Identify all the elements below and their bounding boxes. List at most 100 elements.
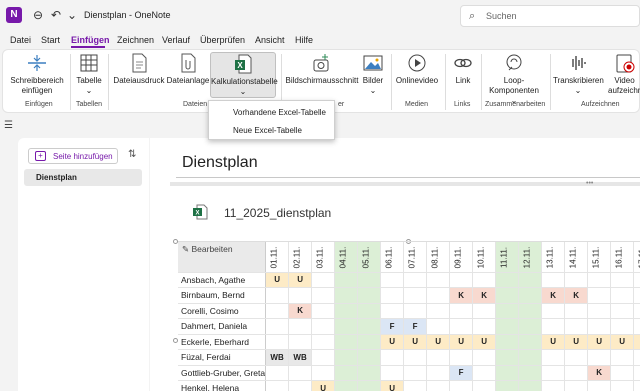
schedule-cell[interactable] [426, 272, 451, 288]
schedule-cell[interactable] [311, 318, 336, 335]
schedule-cell[interactable] [311, 287, 336, 304]
schedule-cell[interactable] [564, 349, 589, 366]
schedule-cell[interactable] [334, 334, 359, 350]
schedule-cell[interactable] [610, 318, 635, 335]
schedule-cell[interactable]: WB [265, 349, 290, 366]
schedule-cell[interactable]: U [610, 334, 635, 350]
employee-name-cell[interactable]: Ansbach, Agathe [178, 272, 267, 288]
schedule-cell[interactable] [495, 318, 520, 335]
schedule-cell[interactable] [564, 272, 589, 288]
schedule-cell[interactable]: U [472, 334, 497, 350]
schedule-cell[interactable] [403, 287, 428, 304]
schedule-cell[interactable]: U [288, 272, 313, 288]
schedule-cell[interactable] [541, 272, 566, 288]
schedule-cell[interactable] [357, 272, 382, 288]
dropdown-vorhandene-excel[interactable]: Vorhandene Excel-Tabelle [233, 108, 326, 117]
schedule-cell[interactable] [265, 334, 290, 350]
schedule-cell[interactable] [610, 272, 635, 288]
schedule-cell[interactable] [541, 365, 566, 381]
schedule-cell[interactable] [541, 318, 566, 335]
schedule-cell[interactable] [518, 287, 543, 304]
schedule-cell[interactable] [564, 303, 589, 319]
schedule-cell[interactable] [472, 365, 497, 381]
schedule-cell[interactable] [426, 365, 451, 381]
schedule-cell[interactable] [357, 380, 382, 391]
menu-ansicht[interactable]: Ansicht [255, 35, 285, 45]
schedule-cell[interactable] [288, 318, 313, 335]
menu-hilfe[interactable]: Hilfe [295, 35, 313, 45]
schedule-cell[interactable] [357, 287, 382, 304]
bilder-button[interactable]: Bilder ⌄ [359, 52, 387, 96]
schedule-cell[interactable] [587, 272, 612, 288]
schedule-cell[interactable]: F [380, 318, 405, 335]
schedule-cell[interactable]: F [403, 318, 428, 335]
schedule-cell[interactable] [334, 365, 359, 381]
schedule-cell[interactable]: K [449, 287, 474, 304]
schedule-cell[interactable] [633, 365, 640, 381]
schedule-cell[interactable] [334, 380, 359, 391]
schedule-cell[interactable]: U [564, 334, 589, 350]
schedule-cell[interactable] [633, 303, 640, 319]
schedule-cell[interactable] [426, 287, 451, 304]
schedule-cell[interactable] [426, 380, 451, 391]
quick-access-dropdown-icon[interactable]: ⌄ [64, 7, 80, 23]
schedule-cell[interactable]: U [587, 334, 612, 350]
schedule-cell[interactable] [564, 318, 589, 335]
hamburger-icon[interactable]: ☰ [4, 120, 13, 131]
schedule-cell[interactable] [610, 303, 635, 319]
schedule-cell[interactable] [633, 287, 640, 304]
schedule-cell[interactable] [380, 303, 405, 319]
schedule-cell[interactable] [495, 365, 520, 381]
edit-spreadsheet-button[interactable]: ✎ Bearbeiten [178, 242, 267, 273]
schedule-cell[interactable] [564, 365, 589, 381]
schedule-cell[interactable] [288, 334, 313, 350]
employee-name-cell[interactable]: Eckerle, Eberhard [178, 334, 267, 350]
schedule-cell[interactable] [541, 349, 566, 366]
schedule-cell[interactable]: U [311, 380, 336, 391]
schedule-cell[interactable] [380, 287, 405, 304]
schedule-cell[interactable]: K [288, 303, 313, 319]
employee-name-cell[interactable]: Birnbaum, Bernd [178, 287, 267, 304]
employee-name-cell[interactable]: Dahmert, Daniela [178, 318, 267, 335]
menu-ueberpruefen[interactable]: Überprüfen [200, 35, 245, 45]
schedule-cell[interactable] [495, 287, 520, 304]
schedule-cell[interactable] [518, 349, 543, 366]
schedule-cell[interactable] [288, 287, 313, 304]
back-icon[interactable]: ⊖ [30, 7, 46, 23]
embedded-spreadsheet[interactable]: ✎ Bearbeiten 01.11. 02.11. 03.11. 04.11. 05.… [178, 241, 640, 391]
menu-zeichnen[interactable]: Zeichnen [117, 35, 154, 45]
schedule-cell[interactable] [426, 318, 451, 335]
schedule-cell[interactable] [633, 318, 640, 335]
onlinevideo-button[interactable]: Onlinevideo [393, 52, 441, 86]
menu-start[interactable]: Start [41, 35, 60, 45]
schedule-cell[interactable] [518, 380, 543, 391]
dateianlage-button[interactable]: Dateianlage [166, 52, 210, 86]
schedule-cell[interactable] [265, 318, 290, 335]
schedule-cell[interactable] [357, 365, 382, 381]
schedule-cell[interactable] [449, 318, 474, 335]
add-page-button[interactable]: + Seite hinzufügen [28, 148, 118, 164]
schedule-cell[interactable] [495, 272, 520, 288]
menu-einfuegen[interactable]: Einfügen [71, 35, 110, 45]
schedule-cell[interactable]: U [380, 380, 405, 391]
schedule-cell[interactable] [380, 349, 405, 366]
schedule-cell[interactable] [541, 303, 566, 319]
schedule-cell[interactable] [288, 365, 313, 381]
schedule-cell[interactable]: U [426, 334, 451, 350]
schedule-cell[interactable] [265, 287, 290, 304]
schreibbereich-button[interactable]: Schreibbereich einfügen [7, 52, 67, 96]
undo-icon[interactable]: ↶ [48, 7, 64, 23]
employee-name-cell[interactable]: Gottlieb-Gruber, Greta [178, 365, 267, 381]
schedule-cell[interactable]: F [449, 365, 474, 381]
schedule-cell[interactable] [403, 272, 428, 288]
schedule-cell[interactable] [449, 272, 474, 288]
schedule-cell[interactable] [587, 303, 612, 319]
schedule-cell[interactable] [587, 318, 612, 335]
schedule-cell[interactable] [380, 272, 405, 288]
schedule-cell[interactable] [380, 365, 405, 381]
employee-name-cell[interactable]: Henkel, Helena [178, 380, 267, 391]
schedule-cell[interactable] [334, 287, 359, 304]
drag-handle-icon[interactable]: ••• [586, 180, 593, 187]
schedule-cell[interactable] [472, 303, 497, 319]
resize-handle[interactable] [173, 338, 178, 343]
